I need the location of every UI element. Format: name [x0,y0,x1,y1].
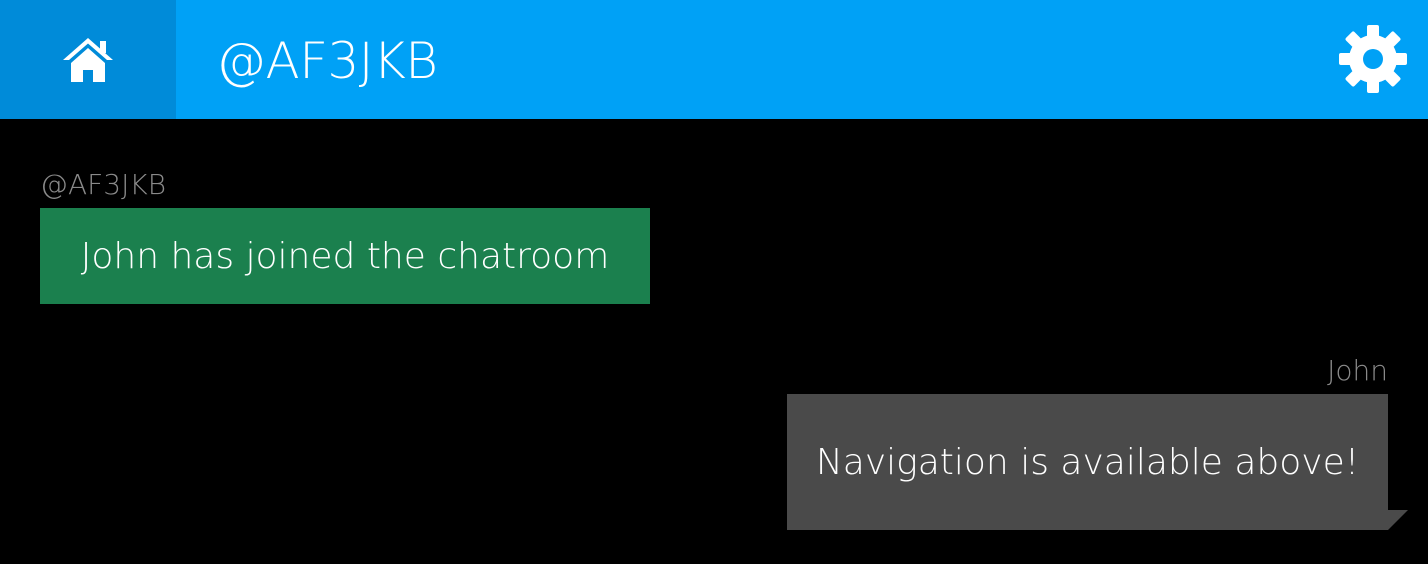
page-title: @AF3JKB [216,32,438,90]
message-bubble: Navigation is available above! [787,394,1388,530]
message-sender: John [1327,354,1388,387]
message-bubble: John has joined the chatroom [40,208,650,304]
settings-button[interactable] [1338,24,1408,94]
gear-icon [1339,25,1407,93]
message-sender: @AF3JKB [40,168,167,201]
home-icon [63,37,113,82]
home-button[interactable] [0,0,176,119]
bubble-tail [1388,510,1408,530]
top-bar: @AF3JKB [0,0,1428,119]
message-list: @AF3JKB John has joined the chatroom Joh… [0,119,1428,564]
